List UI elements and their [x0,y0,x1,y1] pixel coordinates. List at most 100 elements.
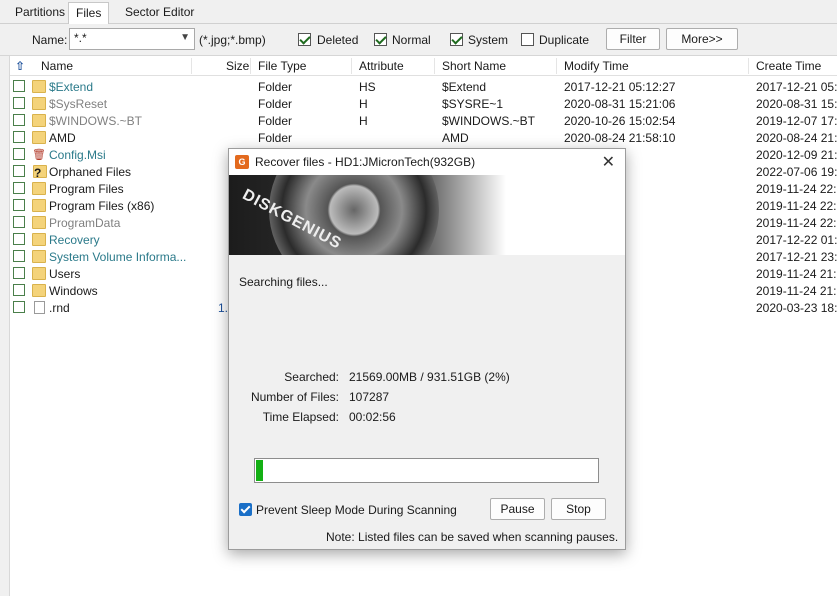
row-name: .rnd [49,301,70,315]
close-icon[interactable]: ✕ [602,152,615,172]
scan-progress-bar [254,458,599,483]
column-size[interactable]: Size [226,59,249,73]
recover-files-dialog: G Recover files - HD1:JMicronTech(932GB)… [228,148,626,550]
row-name: Config.Msi [49,148,106,162]
row-create: 2022-07-06 19:1 [756,165,837,179]
row-type: Folder [258,131,293,145]
chevron-down-icon[interactable]: ▼ [180,32,190,43]
deleted-label: Deleted [317,33,359,47]
stop-button[interactable]: Stop [551,498,606,520]
row-checkbox[interactable] [13,199,25,211]
row-name: AMD [49,131,76,145]
table-row[interactable]: AMD Folder AMD 2020-08-24 21:58:10 2020-08-2… [10,129,837,146]
row-checkbox[interactable] [13,233,25,245]
row-checkbox[interactable] [13,182,25,194]
row-attr: H [359,114,368,128]
row-type: Folder [258,80,293,94]
row-name: Orphaned Files [49,165,132,179]
row-checkbox[interactable] [13,131,25,143]
row-name: Users [49,267,81,281]
row-short: $WINDOWS.~BT [442,114,536,128]
dialog-title: Recover files - HD1:JMicronTech(932GB) [255,155,476,169]
row-create: 2019-12-07 17:4 [756,114,837,128]
row-modify: 2017-12-21 05:12:27 [564,80,676,94]
row-name: $WINDOWS.~BT [49,114,143,128]
folder-icon [32,131,46,144]
row-checkbox[interactable] [13,165,25,177]
progress-fill [256,460,263,481]
row-short: $SYSRE~1 [442,97,504,111]
searching-status: Searching files... [239,275,328,289]
filter-button[interactable]: Filter [606,28,660,50]
tab-files[interactable]: Files [68,2,110,24]
pause-button[interactable]: Pause [490,498,545,520]
prevent-sleep-label: Prevent Sleep Mode During Scanning [256,503,457,517]
folder-icon [32,182,46,195]
row-attr: H [359,97,368,111]
row-name: Recovery [49,233,100,247]
row-checkbox[interactable] [13,80,25,92]
name-label: Name: [32,33,68,47]
row-attr: HS [359,80,376,94]
row-create: 2017-12-21 05:1 [756,80,837,94]
row-create: 2017-12-21 23:5 [756,250,837,264]
table-row[interactable]: $SysReset Folder H $SYSRE~1 2020-08-31 15:21… [10,95,837,112]
table-row[interactable]: $WINDOWS.~BT Folder H $WINDOWS.~BT 2020-10-2… [10,112,837,129]
duplicate-label: Duplicate [539,33,590,47]
trash-icon: 🗑 [32,149,46,161]
row-create: 2020-12-09 21:2 [756,148,837,162]
row-checkbox[interactable] [13,284,25,296]
tab-bar: Partitions Files Sector Editor [0,0,837,24]
table-row[interactable]: $Extend Folder HS $Extend 2017-12-21 05:12:2… [10,78,837,95]
column-file-type[interactable]: File Type [258,59,306,73]
filter-bar: Name: *.* ▼ (*.jpg;*.bmp) Deleted Normal… [0,24,837,56]
column-modify-time[interactable]: Modify Time [564,59,629,73]
row-checkbox[interactable] [13,301,25,313]
row-name: $Extend [49,80,94,94]
tab-partitions[interactable]: Partitions [8,2,72,24]
deleted-checkbox[interactable] [298,33,311,46]
prevent-sleep-checkbox[interactable] [239,503,252,516]
row-modify: 2020-08-31 15:21:06 [564,97,676,111]
row-create: 2020-08-31 15:2 [756,97,837,111]
searched-value: 21569.00MB / 931.51GB (2%) [349,370,510,384]
row-short: AMD [442,131,469,145]
row-checkbox[interactable] [13,267,25,279]
row-name: Program Files (x86) [49,199,155,213]
row-checkbox[interactable] [13,216,25,228]
column-attribute[interactable]: Attribute [359,59,404,73]
elapsed-value: 00:02:56 [349,410,396,424]
question-icon: ? [33,165,47,180]
folder-icon [32,114,46,127]
up-directory-icon[interactable]: ⇧ [15,59,25,73]
system-checkbox[interactable] [450,33,463,46]
row-modify: 2020-10-26 15:02:54 [564,114,676,128]
row-type: Folder [258,114,293,128]
folder-icon [32,267,46,280]
row-create: 2017-12-22 01:2 [756,233,837,247]
column-name[interactable]: Name [41,59,73,73]
row-checkbox[interactable] [13,148,25,160]
row-checkbox[interactable] [13,97,25,109]
system-label: System [468,33,509,47]
normal-checkbox[interactable] [374,33,387,46]
row-modify: 2020-08-24 21:58:10 [564,131,676,145]
column-short-name[interactable]: Short Name [442,59,506,73]
row-checkbox[interactable] [13,114,25,126]
column-create-time[interactable]: Create Time [756,59,821,73]
row-checkbox[interactable] [13,250,25,262]
row-size: 1. [218,301,229,315]
folder-icon [32,216,46,229]
dialog-banner: DISKGENIUS [229,175,625,255]
name-filter-input[interactable]: *.* ▼ [69,28,195,50]
row-name: ProgramData [49,216,121,230]
row-name: Windows [49,284,98,298]
tab-sector-editor[interactable]: Sector Editor [118,2,201,24]
duplicate-checkbox[interactable] [521,33,534,46]
left-panel-edge [0,56,10,596]
more-button[interactable]: More>> [666,28,738,50]
folder-icon [32,233,46,246]
row-create: 2019-11-24 21:5 [756,284,837,298]
name-filter-value: *.* [74,31,87,45]
row-create: 2019-11-24 22:1 [756,199,837,213]
